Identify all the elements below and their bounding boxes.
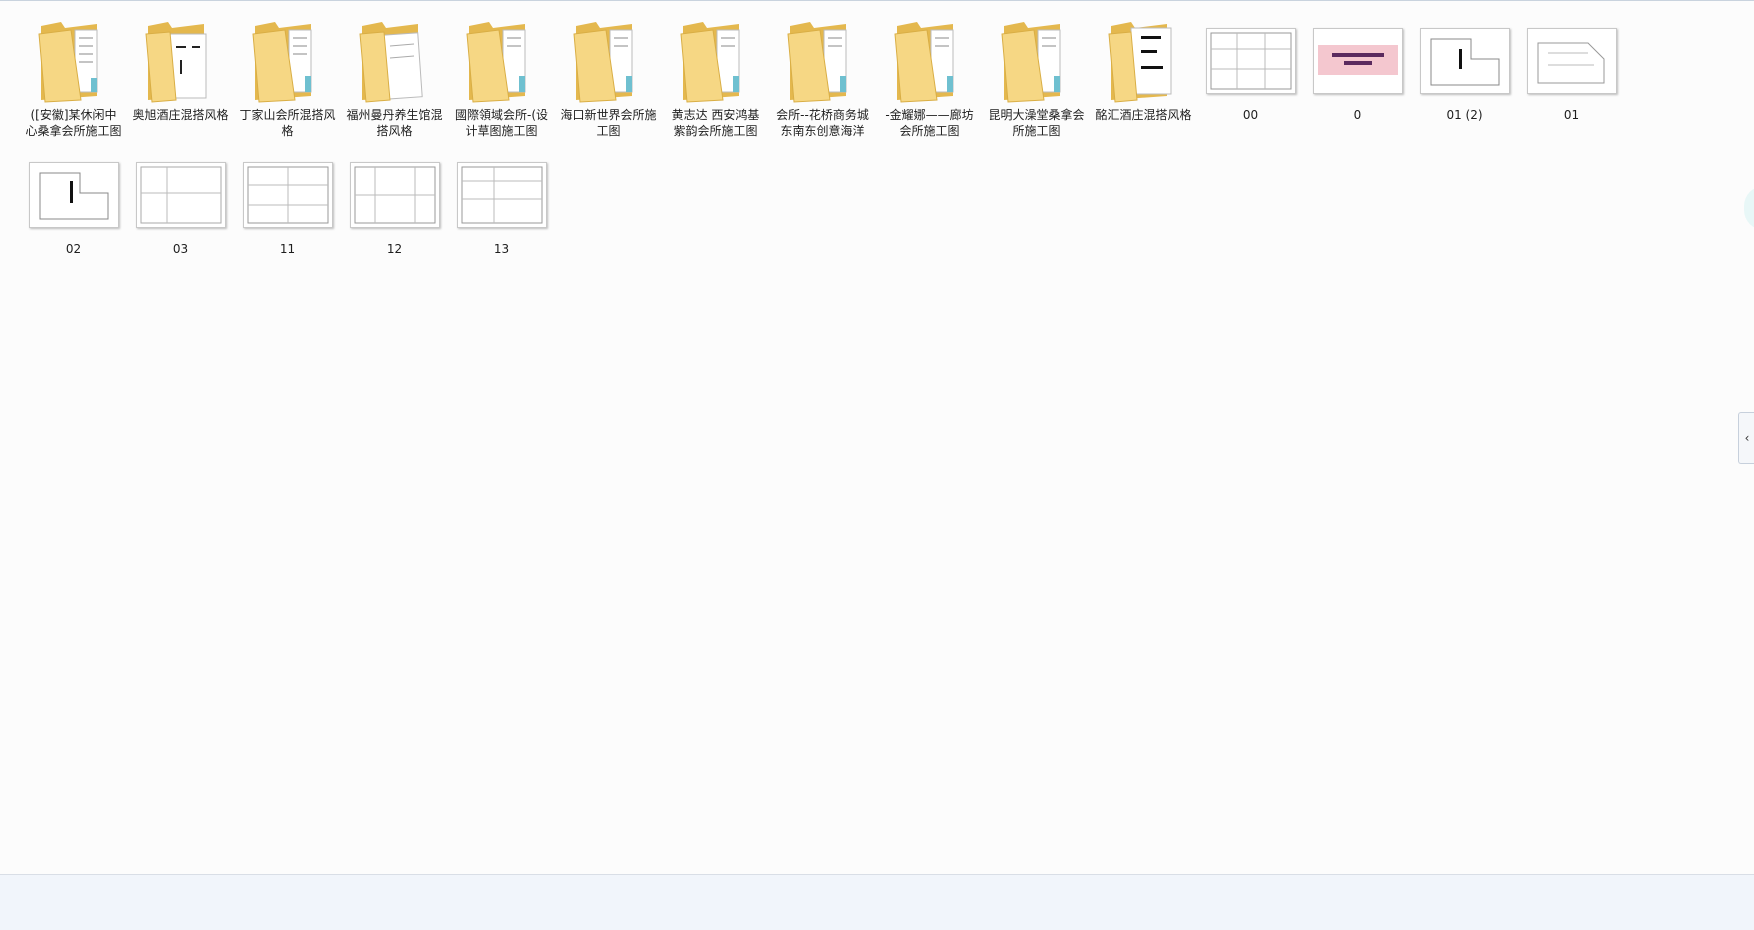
folder-icon xyxy=(1090,7,1197,104)
file-view[interactable]: ([安徽]某休闲中心桑拿会所施工图 奥旭酒庄混搭风格 丁家山会所混搭风格 福州曼… xyxy=(0,1,1754,874)
image-item[interactable]: 03 xyxy=(127,141,234,275)
folder-item[interactable]: 酩汇酒庄混搭风格 xyxy=(1090,7,1197,141)
image-item[interactable]: 12 xyxy=(341,141,448,275)
folder-icon xyxy=(234,7,341,104)
folder-label: -金耀娜——廊坊会所施工图 xyxy=(885,108,974,138)
file-label: 11 xyxy=(279,242,296,256)
file-label: 12 xyxy=(386,242,403,256)
folder-label: ([安徽]某休闲中心桑拿会所施工图 xyxy=(25,108,122,138)
folder-label: 國際領域会所-(设计草图施工图 xyxy=(454,108,548,138)
folder-label: 奥旭酒庄混搭风格 xyxy=(132,108,229,122)
drawing-thumbnail-icon xyxy=(28,162,119,228)
image-item[interactable]: 01 (2) xyxy=(1411,7,1518,141)
folder-item[interactable]: 海口新世界会所施工图 xyxy=(555,7,662,141)
status-bar xyxy=(0,874,1754,930)
collapse-side-panel-button[interactable]: ‹ xyxy=(1738,412,1754,464)
folder-icon xyxy=(448,7,555,104)
folder-icon xyxy=(662,7,769,104)
folder-item[interactable]: 黄志达 西安鸿基紫韵会所施工图 xyxy=(662,7,769,141)
folder-icon xyxy=(127,7,234,104)
folder-item[interactable]: 國際領域会所-(设计草图施工图 xyxy=(448,7,555,141)
file-label: 13 xyxy=(493,242,510,256)
drawing-thumbnail-icon xyxy=(1419,28,1510,94)
file-label: 0 xyxy=(1353,108,1362,122)
folder-item[interactable]: 奥旭酒庄混搭风格 xyxy=(127,7,234,141)
file-label: 03 xyxy=(172,242,189,256)
drawing-thumbnail-icon xyxy=(1526,28,1617,94)
file-label: 02 xyxy=(65,242,82,256)
image-item[interactable]: 00 xyxy=(1197,7,1304,141)
folder-icon xyxy=(876,7,983,104)
folder-item[interactable]: 丁家山会所混搭风格 xyxy=(234,7,341,141)
file-grid: ([安徽]某休闲中心桑拿会所施工图 奥旭酒庄混搭风格 丁家山会所混搭风格 福州曼… xyxy=(20,7,1720,275)
folder-icon xyxy=(983,7,1090,104)
folder-label: 昆明大澡堂桑拿会所施工图 xyxy=(988,108,1085,138)
drawing-thumbnail-icon xyxy=(1205,28,1296,94)
folder-item[interactable]: 福州曼丹养生馆混搭风格 xyxy=(341,7,448,141)
image-item[interactable]: 11 xyxy=(234,141,341,275)
drawing-thumbnail-icon xyxy=(1312,28,1403,94)
folder-item[interactable]: -金耀娜——廊坊会所施工图 xyxy=(876,7,983,141)
chevron-left-icon: ‹ xyxy=(1744,431,1750,445)
drawing-thumbnail-icon xyxy=(135,162,226,228)
folder-label: 丁家山会所混搭风格 xyxy=(239,108,336,138)
folder-icon xyxy=(769,7,876,104)
drawing-thumbnail-icon xyxy=(242,162,333,228)
folder-item[interactable]: 昆明大澡堂桑拿会所施工图 xyxy=(983,7,1090,141)
image-item[interactable]: 01 xyxy=(1518,7,1625,141)
drawing-thumbnail-icon xyxy=(456,162,547,228)
file-label: 00 xyxy=(1242,108,1259,122)
image-item[interactable]: 0 xyxy=(1304,7,1411,141)
file-label: 01 (2) xyxy=(1446,108,1483,122)
folder-label: 福州曼丹养生馆混搭风格 xyxy=(346,108,443,138)
folder-label: 会所--花桥商务城东南东创意海洋 xyxy=(776,108,869,138)
folder-icon xyxy=(341,7,448,104)
folder-item[interactable]: ([安徽]某休闲中心桑拿会所施工图 xyxy=(20,7,127,141)
folder-icon xyxy=(20,7,127,104)
file-label: 01 xyxy=(1563,108,1580,122)
folder-label: 酩汇酒庄混搭风格 xyxy=(1095,108,1192,122)
image-item[interactable]: 13 xyxy=(448,141,555,275)
folder-label: 黄志达 西安鸿基紫韵会所施工图 xyxy=(671,108,760,138)
drawing-thumbnail-icon xyxy=(349,162,440,228)
folder-label: 海口新世界会所施工图 xyxy=(560,108,657,138)
folder-icon xyxy=(555,7,662,104)
image-item[interactable]: 02 xyxy=(20,141,127,275)
folder-item[interactable]: 会所--花桥商务城东南东创意海洋 xyxy=(769,7,876,141)
